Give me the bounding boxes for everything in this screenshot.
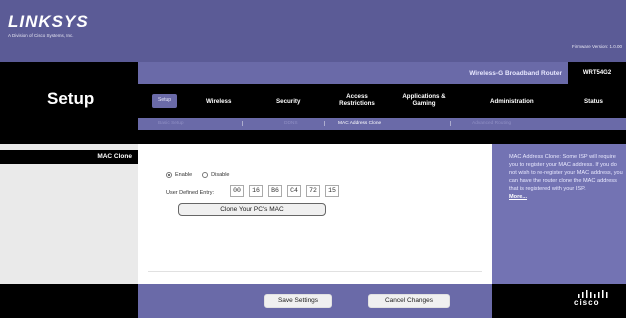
subtab-ddns[interactable]: DDNS	[284, 121, 298, 126]
help-text: MAC Address Clone: Some ISP will require…	[509, 153, 624, 201]
logo-subtitle: A Division of Cisco Systems, Inc.	[8, 33, 74, 38]
firmware-version: Firmware Version: 1.0.00	[571, 44, 622, 49]
tab-access-restrictions[interactable]: Access Restrictions	[328, 93, 386, 107]
subtab-mac-address-clone[interactable]: MAC Address Clone	[338, 121, 381, 126]
tab-applications-gaming[interactable]: Applications & Gaming	[396, 93, 452, 107]
mac-octet-3[interactable]: B6	[268, 185, 282, 197]
enable-disable-radios: Enable Disable	[166, 172, 229, 178]
enable-radio[interactable]	[166, 172, 172, 178]
help-body: MAC Address Clone: Some ISP will require…	[509, 154, 623, 192]
tab-security[interactable]: Security	[276, 98, 300, 105]
linksys-logo: LINKSYS	[8, 12, 89, 31]
subtab-separator: |	[242, 121, 244, 127]
save-settings-button[interactable]: Save Settings	[264, 294, 332, 308]
brand-header: LINKSYS A Division of Cisco Systems, Inc…	[0, 0, 626, 62]
mac-octet-6[interactable]: 15	[325, 185, 339, 197]
section-label-mac-clone: MAC Clone	[0, 150, 138, 164]
mac-octet-2[interactable]: 16	[249, 185, 263, 197]
product-bar: Wireless-G Broadband Router WRT54G2	[138, 62, 626, 84]
nav-spacer	[0, 130, 626, 144]
mac-octet-1[interactable]: 00	[230, 185, 244, 197]
tab-administration[interactable]: Administration	[490, 98, 534, 105]
cancel-changes-button[interactable]: Cancel Changes	[368, 294, 450, 308]
clone-mac-button[interactable]: Clone Your PC's MAC	[178, 203, 326, 216]
enable-label: Enable	[175, 172, 193, 178]
product-name: Wireless-G Broadband Router	[469, 70, 562, 77]
page-title: Setup	[47, 89, 95, 108]
model-number: WRT54G2	[568, 62, 626, 84]
disable-label: Disable	[211, 172, 230, 178]
subtab-separator: |	[450, 121, 452, 127]
left-panel	[0, 144, 138, 284]
main-tabs: Setup Wireless Security Access Restricti…	[138, 84, 626, 118]
disable-radio[interactable]	[202, 172, 209, 178]
tab-wireless[interactable]: Wireless	[206, 98, 231, 105]
cisco-logo: cisco	[574, 298, 600, 307]
mac-octet-5[interactable]: 72	[306, 185, 320, 197]
mac-octet-4[interactable]: C4	[287, 185, 301, 197]
subtab-advanced-routing[interactable]: Advanced Routing	[472, 121, 511, 126]
tab-setup[interactable]: Setup	[152, 94, 178, 108]
sub-tabs: Basic Setup | DDNS | MAC Address Clone |…	[138, 118, 626, 130]
cisco-bridge-icon	[578, 290, 608, 298]
subtab-separator: |	[324, 121, 326, 127]
subtab-basic-setup[interactable]: Basic Setup	[158, 121, 184, 126]
tab-status[interactable]: Status	[584, 98, 603, 105]
user-defined-entry-label: User Defined Entry:	[166, 190, 214, 196]
help-more-link[interactable]: More...	[509, 194, 527, 200]
footer-left	[0, 284, 138, 318]
